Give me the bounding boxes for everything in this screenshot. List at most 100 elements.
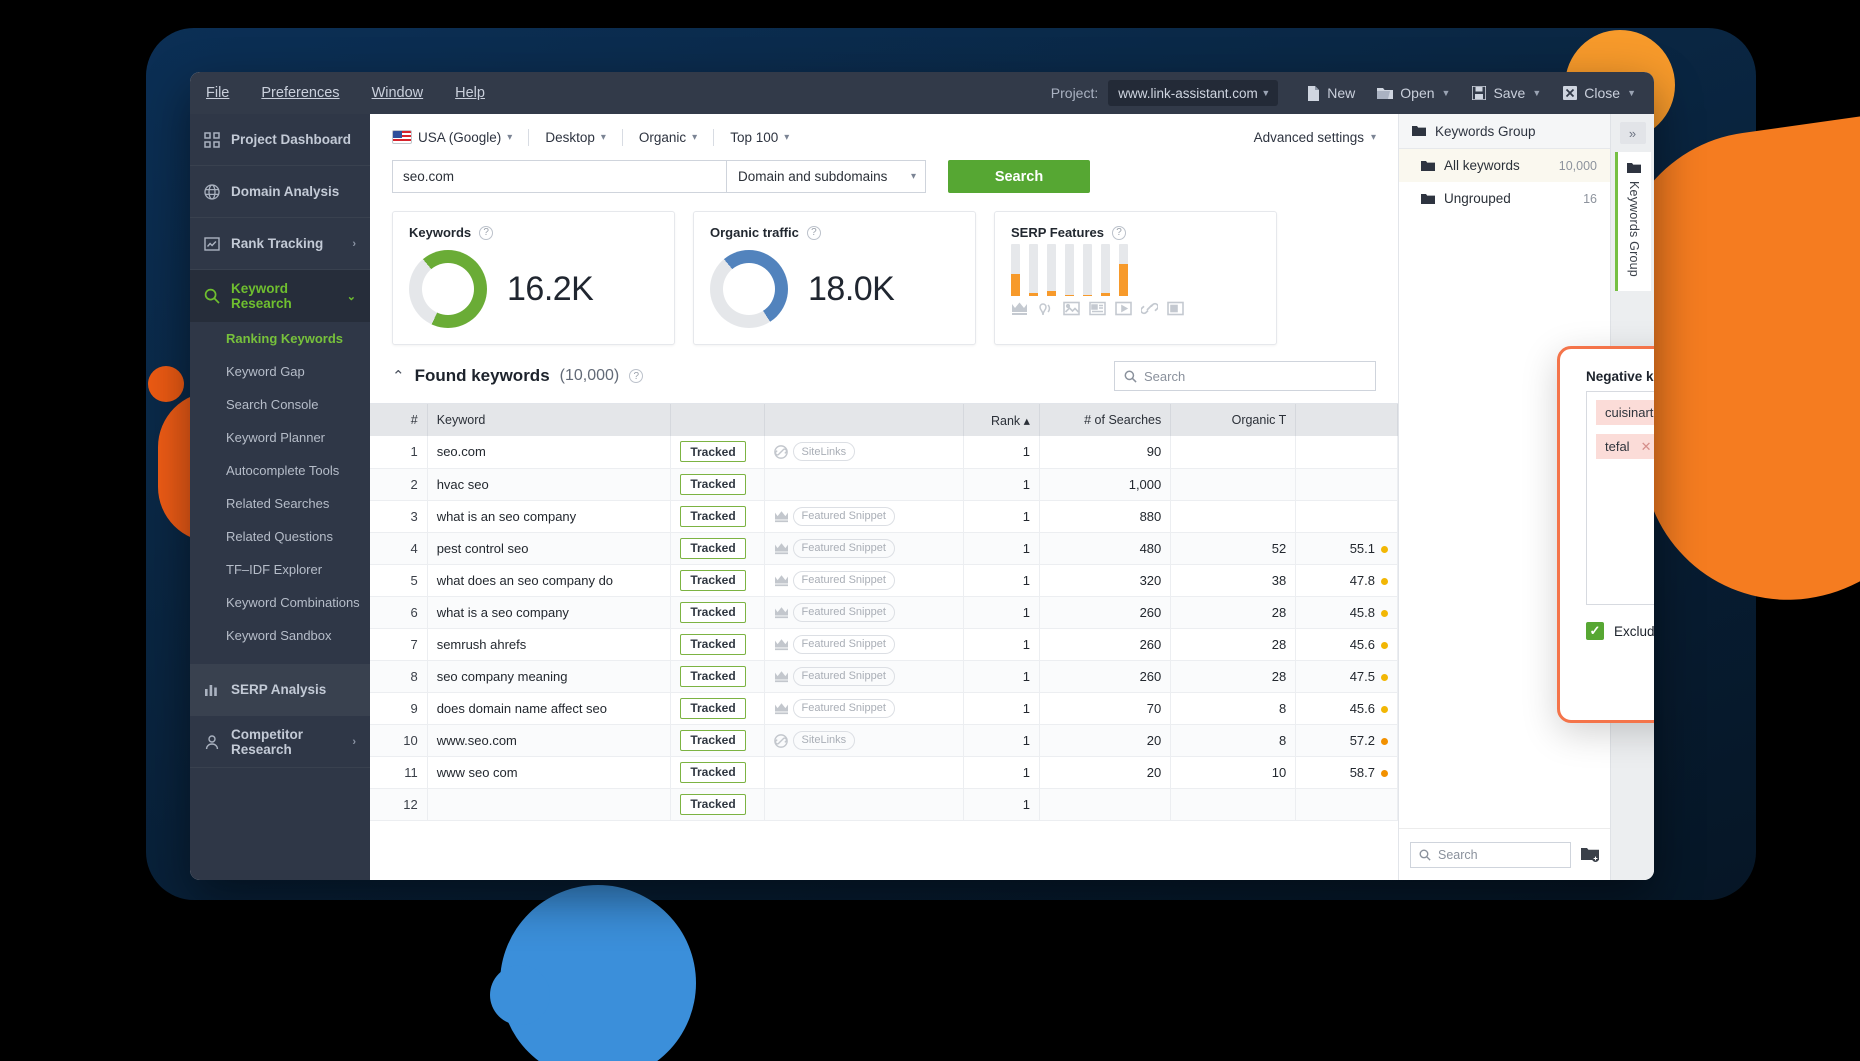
cell-tracked[interactable]: Tracked — [670, 692, 765, 725]
image-pack-icon — [1063, 301, 1080, 316]
help-icon[interactable]: ? — [806, 225, 821, 240]
tracked-badge: Tracked — [680, 761, 746, 783]
keywords-group-search-input[interactable]: Search — [1410, 841, 1571, 868]
cell-tracked[interactable]: Tracked — [670, 468, 765, 501]
sidebar-item-keyword-research[interactable]: Keyword Research ⌄ — [190, 270, 370, 322]
cell-traffic: 45.6 — [1295, 628, 1398, 661]
sidebar-item-competitor-research[interactable]: Competitor Research › — [190, 716, 370, 768]
sidebar-item-domain-analysis[interactable]: Domain Analysis — [190, 166, 370, 218]
col-keyword[interactable]: Keyword — [427, 404, 672, 436]
link-icon — [1141, 301, 1158, 316]
cell-tracked[interactable]: Tracked — [670, 660, 765, 693]
table-row[interactable]: 10 www.seo.com Tracked SiteLinks 1 20 8 57.2 — [370, 724, 1398, 757]
collapse-icon[interactable]: ⌃ — [392, 367, 405, 385]
open-button[interactable]: Open ▼ — [1366, 85, 1461, 101]
cell-rank: 1 — [963, 756, 1040, 789]
cell-tracked[interactable]: Tracked — [670, 532, 765, 565]
new-button[interactable]: New — [1296, 85, 1366, 101]
sidebar-item-keyword-gap[interactable]: Keyword Gap — [190, 355, 370, 388]
table-row[interactable]: 7 semrush ahrefs Tracked Featured Snippet 1 2… — [370, 628, 1398, 661]
sidebar-sublabel: Keyword Planner — [226, 430, 325, 445]
sidebar-item-keyword-planner[interactable]: Keyword Planner — [190, 421, 370, 454]
expand-panel-button[interactable]: » — [1619, 122, 1646, 144]
table-row[interactable]: 6 what is a seo company Tracked Featured Sn… — [370, 596, 1398, 629]
sidebar-item-project-dashboard[interactable]: Project Dashboard — [190, 114, 370, 166]
menu-item-file[interactable]: File — [190, 85, 245, 101]
chevron-down-icon: ▼ — [1532, 88, 1542, 98]
help-icon[interactable]: ? — [629, 369, 644, 383]
serp-feature-label: Featured Snippet — [792, 570, 895, 590]
cell-tracked[interactable]: Tracked — [670, 628, 765, 661]
col-features[interactable] — [764, 404, 964, 436]
traffic-value: 18.0K — [808, 269, 895, 308]
traffic-dot — [1381, 577, 1388, 585]
top-filter[interactable]: Top 100 ▾ — [714, 130, 805, 145]
sidebar-item-ranking-keywords[interactable]: Ranking Keywords — [190, 322, 370, 355]
project-dropdown[interactable]: www.link-assistant.com ▼ — [1108, 80, 1279, 106]
cell-tracked[interactable]: Tracked — [670, 756, 765, 789]
negative-keyword-chip[interactable]: cuisinart✕ — [1596, 400, 1654, 425]
col-organic-traffic[interactable]: Organic T — [1170, 404, 1297, 436]
new-file-icon — [1307, 85, 1320, 101]
sidebar-item-keyword-sandbox[interactable]: Keyword Sandbox — [190, 619, 370, 652]
keywords-table-wrapper[interactable]: # Keyword Rank ▴ # of Searches Organic T… — [370, 403, 1398, 880]
table-row[interactable]: 9 does domain name affect seo Tracked Featu… — [370, 692, 1398, 725]
col-extra[interactable] — [1295, 404, 1398, 436]
table-row[interactable]: 8 seo company meaning Tracked Featured Snip… — [370, 660, 1398, 693]
col-tracked[interactable] — [670, 404, 765, 436]
cell-tracked[interactable]: Tracked — [670, 596, 765, 629]
keywords-group-item-all[interactable]: All keywords 10,000 — [1399, 149, 1610, 182]
sidebar-item-search-console[interactable]: Search Console — [190, 388, 370, 421]
cell-tracked[interactable]: Tracked — [670, 500, 765, 533]
device-filter[interactable]: Desktop ▾ — [529, 130, 622, 145]
cell-tracked[interactable]: Tracked — [670, 436, 765, 469]
domain-input[interactable]: seo.com — [392, 160, 726, 193]
cell-tracked[interactable]: Tracked — [670, 788, 765, 821]
cell-rank: 1 — [963, 468, 1040, 501]
sidebar-item-tf-idf-explorer[interactable]: TF–IDF Explorer — [190, 553, 370, 586]
sidebar-item-serp-analysis[interactable]: SERP Analysis — [190, 664, 370, 716]
table-row[interactable]: 12 Tracked 1 — [370, 788, 1398, 821]
type-filter[interactable]: Organic ▾ — [623, 130, 713, 145]
menu-item-preferences[interactable]: Preferences — [245, 85, 355, 101]
exclude-existing-row[interactable]: ✓ Exclude existing keywords (483) ? — [1586, 622, 1654, 640]
scope-dropdown[interactable]: Domain and subdomains ▾ — [726, 160, 926, 193]
cell-keyword: www.seo.com — [427, 724, 672, 757]
cell-tracked[interactable]: Tracked — [670, 724, 765, 757]
menu-item-window[interactable]: Window — [356, 85, 440, 101]
menu-help-label: Help — [455, 85, 485, 101]
table-row[interactable]: 11 www seo com Tracked 1 20 10 58.7 — [370, 756, 1398, 789]
table-row[interactable]: 5 what does an seo company do Tracked Featu… — [370, 564, 1398, 597]
save-button[interactable]: Save ▼ — [1461, 85, 1552, 101]
help-icon[interactable]: ? — [1111, 225, 1126, 240]
negative-keyword-chip[interactable]: tefal ✕ — [1596, 434, 1654, 459]
sidebar-item-related-searches[interactable]: Related Searches — [190, 487, 370, 520]
sidebar-item-keyword-combinations[interactable]: Keyword Combinations — [190, 586, 370, 619]
add-folder-icon[interactable] — [1581, 847, 1599, 862]
advanced-settings-button[interactable]: Advanced settings ▾ — [1254, 130, 1376, 145]
table-row[interactable]: 2 hvac seo Tracked 1 1,000 — [370, 468, 1398, 501]
close-button[interactable]: Close ▼ — [1552, 85, 1654, 101]
keywords-group-item-ungrouped[interactable]: Ungrouped 16 — [1399, 182, 1610, 215]
sidebar-item-related-questions[interactable]: Related Questions — [190, 520, 370, 553]
remove-chip-icon[interactable]: ✕ — [1641, 439, 1652, 455]
rail-tab-keywords-group[interactable]: Keywords Group — [1614, 152, 1651, 291]
table-row[interactable]: 1 seo.com Tracked SiteLinks 1 90 — [370, 436, 1398, 469]
table-row[interactable]: 4 pest control seo Tracked Featured Snippet… — [370, 532, 1398, 565]
exclude-existing-checkbox[interactable]: ✓ — [1586, 622, 1604, 640]
found-keywords-search-input[interactable]: Search — [1114, 361, 1376, 391]
cell-tracked[interactable]: Tracked — [670, 564, 765, 597]
country-filter[interactable]: USA (Google) ▾ — [392, 130, 528, 145]
crown-icon — [774, 638, 789, 651]
sidebar-item-autocomplete-tools[interactable]: Autocomplete Tools — [190, 454, 370, 487]
video-icon — [1115, 301, 1132, 316]
search-button[interactable]: Search — [948, 160, 1090, 193]
sidebar-item-rank-tracking[interactable]: Rank Tracking › — [190, 218, 370, 270]
col-index[interactable]: # — [370, 404, 428, 436]
negative-keywords-chip-box[interactable]: cuisinart✕ikea✕kitchenaid✕tefal✕bosch✕ — [1586, 391, 1654, 605]
help-icon[interactable]: ? — [479, 225, 494, 240]
col-searches[interactable]: # of Searches — [1039, 404, 1172, 436]
col-rank[interactable]: Rank ▴ — [963, 404, 1040, 436]
menu-item-help[interactable]: Help — [439, 85, 501, 101]
table-row[interactable]: 3 what is an seo company Tracked Featured S… — [370, 500, 1398, 533]
